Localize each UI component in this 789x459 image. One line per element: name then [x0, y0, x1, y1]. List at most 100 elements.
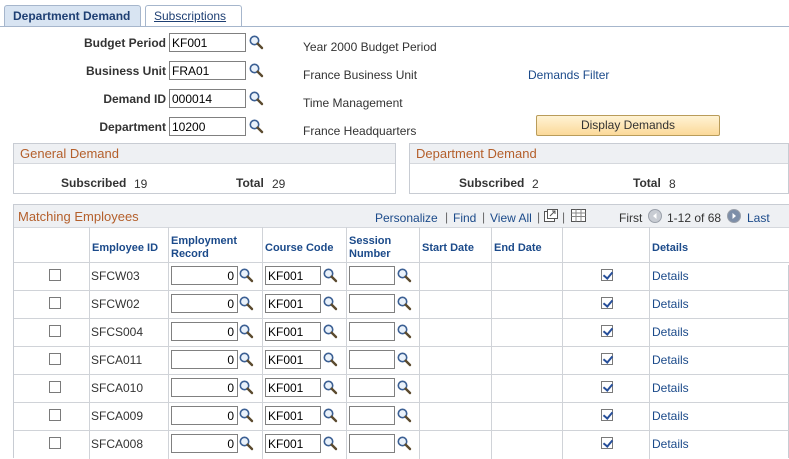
search-icon[interactable]: [322, 435, 338, 451]
employment-record-input[interactable]: [171, 406, 238, 425]
search-icon[interactable]: [396, 435, 412, 451]
search-icon[interactable]: [322, 267, 338, 283]
row-select-checkbox[interactable]: [49, 269, 61, 281]
demands-filter-link[interactable]: Demands Filter: [528, 68, 609, 82]
session-number-input[interactable]: [349, 266, 395, 285]
course-code-input[interactable]: [265, 406, 321, 425]
col-course-code[interactable]: Course Code: [265, 242, 333, 255]
employment-record-input[interactable]: [171, 322, 238, 341]
business-unit-label: Business Unit: [85, 64, 166, 78]
employment-record-input[interactable]: [171, 266, 238, 285]
tab-department-demand[interactable]: Department Demand: [4, 5, 141, 26]
table-row: SFCS004 Details: [14, 318, 789, 346]
business-unit-input[interactable]: [169, 61, 246, 80]
search-icon[interactable]: [322, 295, 338, 311]
details-link[interactable]: Details: [652, 409, 689, 423]
course-code-input[interactable]: [265, 266, 321, 285]
previous-arrow-icon[interactable]: [648, 209, 662, 223]
search-icon[interactable]: [238, 435, 254, 451]
checked-checkbox[interactable]: [601, 353, 613, 365]
col-session-number-line2[interactable]: Number: [349, 248, 391, 261]
session-number-input[interactable]: [349, 322, 395, 341]
employment-record-input[interactable]: [171, 378, 238, 397]
checked-checkbox[interactable]: [601, 325, 613, 337]
col-employment-record-line2[interactable]: Record: [171, 248, 209, 261]
details-link[interactable]: Details: [652, 381, 689, 395]
search-icon[interactable]: [396, 379, 412, 395]
row-select-checkbox[interactable]: [49, 297, 61, 309]
details-link[interactable]: Details: [652, 325, 689, 339]
search-icon[interactable]: [322, 351, 338, 367]
details-link[interactable]: Details: [652, 437, 689, 451]
search-icon[interactable]: [396, 323, 412, 339]
demand-id-input[interactable]: [169, 89, 246, 108]
row-select-checkbox[interactable]: [49, 353, 61, 365]
search-icon[interactable]: [396, 295, 412, 311]
search-icon[interactable]: [238, 295, 254, 311]
checked-checkbox[interactable]: [601, 437, 613, 449]
col-details[interactable]: Details: [652, 242, 688, 255]
search-icon[interactable]: [248, 62, 264, 78]
search-icon[interactable]: [238, 351, 254, 367]
course-code-input[interactable]: [265, 322, 321, 341]
new-window-icon[interactable]: [544, 209, 558, 222]
search-icon[interactable]: [396, 267, 412, 283]
search-icon[interactable]: [396, 351, 412, 367]
search-icon[interactable]: [248, 90, 264, 106]
row-select-checkbox[interactable]: [49, 437, 61, 449]
row-select-checkbox[interactable]: [49, 325, 61, 337]
checked-checkbox[interactable]: [601, 297, 613, 309]
search-icon[interactable]: [322, 407, 338, 423]
employment-record-input[interactable]: [171, 294, 238, 313]
details-link[interactable]: Details: [652, 353, 689, 367]
last-link[interactable]: Last: [747, 211, 770, 225]
budget-period-input[interactable]: [169, 33, 246, 52]
checked-checkbox[interactable]: [601, 409, 613, 421]
department-total-value: 8: [669, 177, 676, 191]
department-input[interactable]: [169, 117, 246, 136]
details-link[interactable]: Details: [652, 297, 689, 311]
search-icon[interactable]: [238, 323, 254, 339]
col-employment-record-line1[interactable]: Employment: [171, 235, 237, 248]
col-employee-id[interactable]: Employee ID: [92, 242, 158, 255]
search-icon[interactable]: [238, 267, 254, 283]
tab-subscriptions[interactable]: Subscriptions: [145, 5, 242, 26]
course-code-input[interactable]: [265, 294, 321, 313]
course-code-input[interactable]: [265, 350, 321, 369]
search-icon[interactable]: [396, 407, 412, 423]
download-grid-icon[interactable]: [571, 209, 586, 222]
search-icon[interactable]: [322, 323, 338, 339]
find-link[interactable]: Find: [453, 211, 476, 225]
department-demand-box: Department Demand Subscribed 2 Total 8: [409, 143, 789, 194]
checked-checkbox[interactable]: [601, 381, 613, 393]
display-demands-button[interactable]: Display Demands: [536, 115, 720, 136]
col-start-date[interactable]: Start Date: [422, 242, 474, 255]
course-code-input[interactable]: [265, 434, 321, 453]
row-select-checkbox[interactable]: [49, 381, 61, 393]
table-row: SFCA011 Details: [14, 346, 789, 374]
row-select-checkbox[interactable]: [49, 409, 61, 421]
next-arrow-icon[interactable]: [727, 209, 741, 223]
search-icon[interactable]: [248, 34, 264, 50]
view-all-link[interactable]: View All: [490, 211, 532, 225]
department-description: France Headquarters: [303, 124, 417, 138]
session-number-input[interactable]: [349, 294, 395, 313]
session-number-input[interactable]: [349, 378, 395, 397]
general-total-value: 29: [272, 177, 286, 191]
course-code-input[interactable]: [265, 378, 321, 397]
row-divider: [14, 402, 789, 403]
session-number-input[interactable]: [349, 350, 395, 369]
search-icon[interactable]: [238, 407, 254, 423]
col-end-date[interactable]: End Date: [494, 242, 542, 255]
details-link[interactable]: Details: [652, 269, 689, 283]
checked-checkbox[interactable]: [601, 269, 613, 281]
session-number-input[interactable]: [349, 434, 395, 453]
search-icon[interactable]: [238, 379, 254, 395]
personalize-link[interactable]: Personalize: [375, 211, 438, 225]
session-number-input[interactable]: [349, 406, 395, 425]
search-icon[interactable]: [248, 118, 264, 134]
employment-record-input[interactable]: [171, 434, 238, 453]
search-icon[interactable]: [322, 379, 338, 395]
col-session-number-line1[interactable]: Session: [349, 235, 391, 248]
employment-record-input[interactable]: [171, 350, 238, 369]
